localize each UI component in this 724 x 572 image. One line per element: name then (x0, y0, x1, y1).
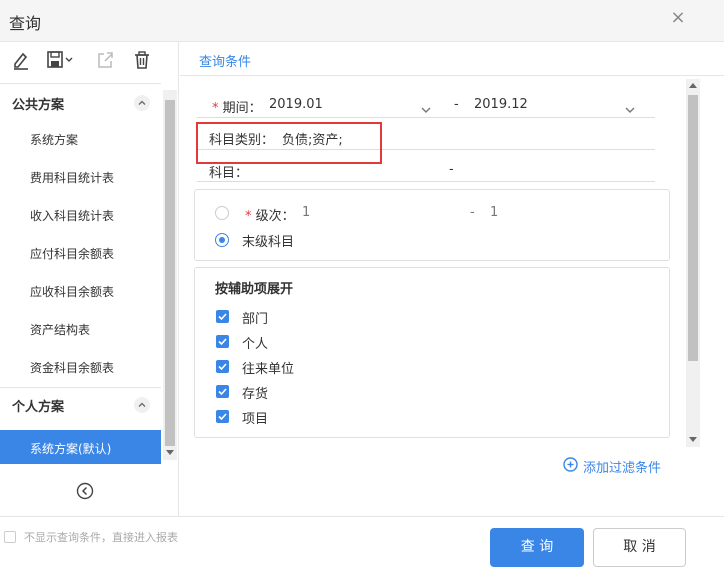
aux-label-person: 个人 (242, 337, 269, 352)
scheme-panel: 公共方案 系统方案 费用科目统计表 收入科目统计表 应付科目余额表 应收科目余额… (0, 42, 179, 516)
scheme-item-expense[interactable]: 费用科目统计表 (0, 159, 161, 195)
aux-checkbox-partner[interactable] (216, 360, 229, 373)
plus-circle-icon (563, 457, 578, 472)
add-filter-label: 添加过滤条件 (583, 461, 662, 476)
scheme-item-personal-default[interactable]: 系统方案(默认) (0, 430, 161, 464)
period-dash: - (454, 97, 459, 112)
aux-label-department: 部门 (242, 312, 269, 327)
scroll-down-icon[interactable] (166, 450, 174, 455)
skip-conditions-checkbox[interactable] (4, 531, 16, 543)
period-to-select[interactable]: 2019.12 (474, 97, 528, 112)
scrollbar-thumb[interactable] (165, 100, 175, 446)
delete-icon[interactable] (133, 50, 151, 72)
scheme-list: 公共方案 系统方案 费用科目统计表 收入科目统计表 应付科目余额表 应收科目余额… (0, 84, 161, 464)
chevron-down-icon[interactable] (421, 100, 431, 113)
period-from-select[interactable]: 2019.01 (269, 97, 323, 112)
personal-scheme-group-label: 个人方案 (12, 400, 65, 415)
aux-checkbox-inventory[interactable] (216, 385, 229, 398)
last-level-label: 末级科目 (242, 235, 295, 250)
subject-dash: - (449, 162, 454, 177)
period-label: * 期间： (212, 101, 262, 116)
level-from-input[interactable]: 1 (302, 205, 310, 220)
radio-dot (219, 237, 225, 243)
scheme-item-system[interactable]: 系统方案 (0, 121, 161, 157)
aux-label-partner: 往来单位 (242, 362, 295, 377)
cancel-button[interactable]: 取 消 (593, 528, 686, 567)
query-dialog: 查询 × 公共方案 系统方案 费用科目统计表 收入科目统计表 应付科目余额表 应… (0, 0, 724, 572)
dialog-title: 查询 (9, 14, 42, 33)
level-to-input[interactable]: 1 (490, 205, 498, 220)
tab-bar: 查询条件 (180, 42, 724, 76)
group-divider (0, 387, 161, 388)
subject-underline (197, 181, 655, 182)
export-icon[interactable] (96, 50, 114, 72)
save-icon[interactable] (46, 50, 76, 72)
aux-checkbox-person[interactable] (216, 335, 229, 348)
scheme-list-scrollbar[interactable] (163, 90, 177, 460)
scheme-item-asset-structure[interactable]: 资产结构表 (0, 311, 161, 347)
scrollbar-thumb[interactable] (688, 95, 698, 361)
aux-checkbox-department[interactable] (216, 310, 229, 323)
query-button[interactable]: 查 询 (490, 528, 584, 567)
subject-label: 科目： (209, 166, 249, 181)
chevron-down-icon[interactable] (625, 100, 635, 113)
level-dash: - (470, 205, 475, 220)
level-radio[interactable] (215, 206, 229, 220)
scheme-item-funds[interactable]: 资金科目余额表 (0, 349, 161, 385)
aux-label-project: 项目 (242, 412, 269, 427)
collapse-panel-icon[interactable] (76, 482, 94, 500)
chevron-up-icon[interactable] (134, 397, 150, 413)
last-level-radio[interactable] (215, 233, 229, 247)
period-underline (197, 117, 655, 118)
public-scheme-group-label: 公共方案 (12, 98, 65, 113)
scheme-item-income[interactable]: 收入科目统计表 (0, 197, 161, 233)
aux-title: 按辅助项展开 (215, 282, 294, 297)
aux-label-inventory: 存货 (242, 387, 269, 402)
scheme-item-receivable[interactable]: 应收科目余额表 (0, 273, 161, 309)
tab-query-conditions[interactable]: 查询条件 (199, 51, 251, 70)
scheme-item-payable[interactable]: 应付科目余额表 (0, 235, 161, 271)
scroll-up-icon[interactable] (689, 83, 697, 88)
edit-icon[interactable] (12, 50, 30, 72)
skip-conditions-label: 不显示查询条件，直接进入报表 (24, 531, 178, 544)
query-scrollbar[interactable] (686, 79, 700, 447)
dialog-titlebar: 查询 × (0, 0, 724, 42)
level-box (194, 189, 670, 261)
scroll-down-icon[interactable] (689, 437, 697, 442)
public-scheme-group[interactable]: 公共方案 (0, 88, 161, 118)
close-icon[interactable]: × (670, 9, 686, 27)
scheme-toolbar (0, 42, 178, 82)
level-label: * 级次： (245, 209, 295, 224)
chevron-up-icon[interactable] (134, 95, 150, 111)
dialog-footer: 不显示查询条件，直接进入报表 查 询 取 消 (0, 516, 724, 572)
aux-checkbox-project[interactable] (216, 410, 229, 423)
highlight-box (196, 122, 382, 164)
